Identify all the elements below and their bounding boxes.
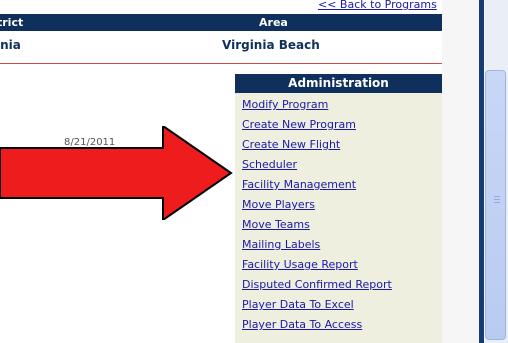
move-teams-link[interactable]: Move Teams: [242, 218, 310, 231]
create-new-flight-link[interactable]: Create New Flight: [242, 138, 340, 151]
scrollbar-thumb[interactable]: [485, 70, 506, 340]
disputed-confirmed-report-link[interactable]: Disputed Confirmed Report: [242, 278, 392, 291]
back-to-programs-link[interactable]: << Back to Programs: [318, 0, 437, 10]
modify-program-link[interactable]: Modify Program: [242, 98, 328, 111]
administration-link-list: Modify Program Create New Program Create…: [242, 96, 392, 336]
facility-usage-report-link[interactable]: Facility Usage Report: [242, 258, 358, 271]
create-new-program-link[interactable]: Create New Program: [242, 118, 356, 131]
area-column-header: Area: [259, 16, 288, 29]
district-value: inia: [0, 38, 21, 52]
district-column-header: trict: [0, 16, 24, 29]
move-players-link[interactable]: Move Players: [242, 198, 315, 211]
player-data-to-access-link[interactable]: Player Data To Access: [242, 318, 362, 331]
divider: [0, 63, 442, 64]
facility-management-link[interactable]: Facility Management: [242, 178, 356, 191]
scheduler-link[interactable]: Scheduler: [242, 158, 297, 171]
scrollbar-grip-icon: [494, 196, 500, 204]
administration-title: Administration: [235, 74, 442, 93]
frame-border: [479, 0, 484, 343]
table-header: trict Area: [0, 14, 442, 31]
player-data-to-excel-link[interactable]: Player Data To Excel: [242, 298, 354, 311]
table-row: inia Virginia Beach: [0, 38, 442, 54]
red-arrow-icon: [0, 126, 233, 220]
area-value: Virginia Beach: [222, 38, 320, 52]
mailing-labels-link[interactable]: Mailing Labels: [242, 238, 320, 251]
administration-panel: Administration Modify Program Create New…: [235, 74, 442, 343]
